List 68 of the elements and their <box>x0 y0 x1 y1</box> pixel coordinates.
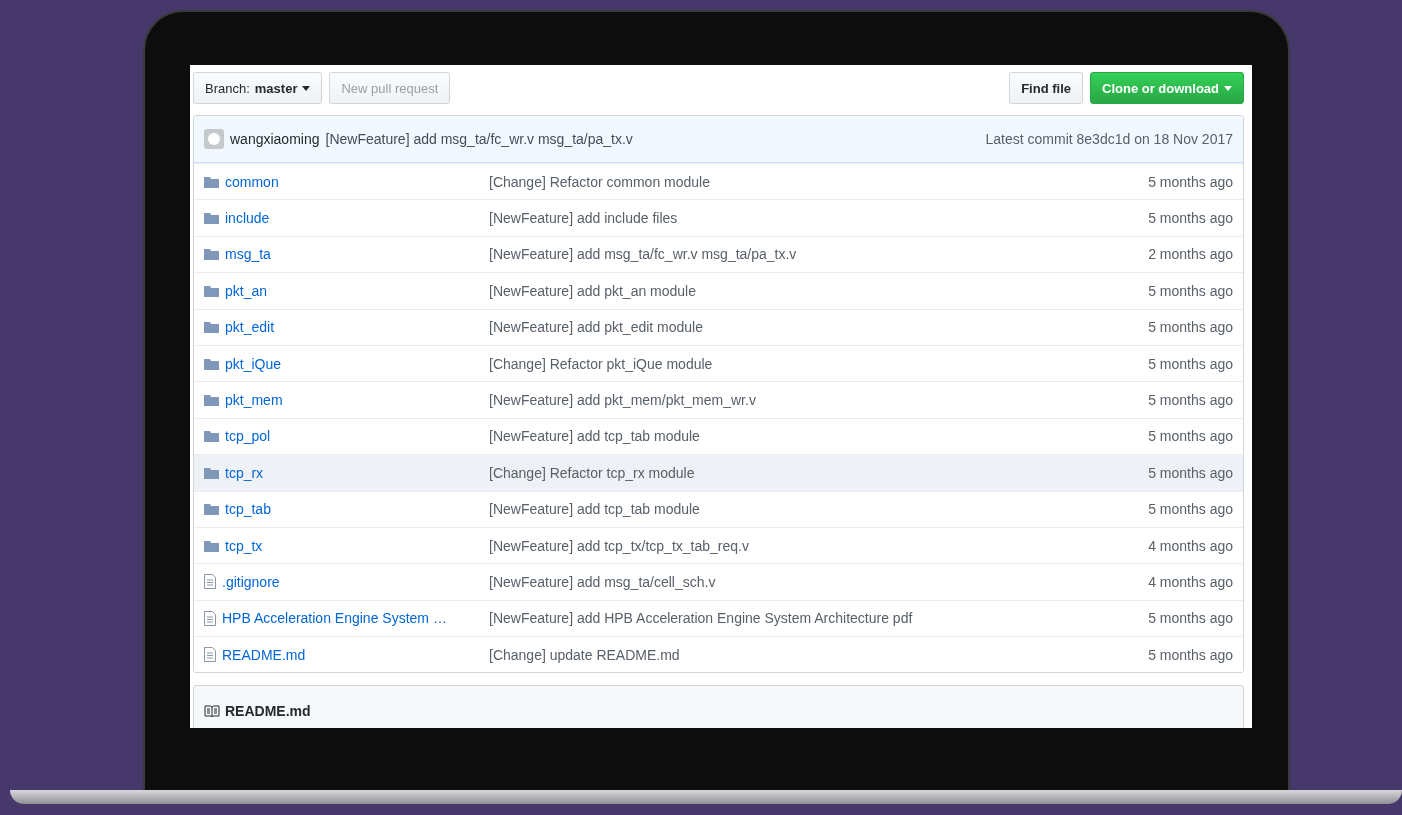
commit-message: [NewFeature] add tcp_tab module <box>489 501 701 518</box>
file-link[interactable]: pkt_mem <box>225 392 283 409</box>
commit-age: 5 months ago <box>1148 610 1233 627</box>
file-icon <box>204 574 216 590</box>
folder-icon <box>204 394 219 407</box>
commit-age: 5 months ago <box>1148 392 1233 409</box>
avatar-icon <box>204 129 224 149</box>
folder-icon <box>204 503 219 516</box>
caret-icon <box>1224 85 1232 91</box>
commit-age: 2 months ago <box>1148 246 1233 263</box>
commit-age: 5 months ago <box>1148 501 1233 518</box>
commit-age: 4 months ago <box>1148 574 1233 590</box>
file-link[interactable]: tcp_rx <box>225 464 264 481</box>
commit-message: [NewFeature] add tcp_tab module <box>489 428 701 445</box>
file-link[interactable]: .gitignore <box>222 574 280 590</box>
file-link[interactable]: tcp_tab <box>225 501 271 518</box>
file-link[interactable]: msg_ta <box>225 246 271 263</box>
file-link[interactable]: pkt_iQue <box>225 355 282 372</box>
commit-message: [NewFeature] add HPB Acceleration Engine System Architecture pdf <box>489 610 914 627</box>
commit-age: 5 months ago <box>1148 428 1233 445</box>
file-icon <box>204 647 216 663</box>
file-row[interactable]: tcp_rx [Change] Refactor tcp_rx module 5 months ago <box>194 454 1243 491</box>
file-link[interactable]: include <box>225 210 270 227</box>
file-row[interactable]: README.md [Change] update README.md 5 months ago <box>194 636 1243 673</box>
commit-age: 5 months ago <box>1148 282 1233 299</box>
commit-age: 5 months ago <box>1148 210 1233 227</box>
commit-age: 5 months ago <box>1148 173 1233 190</box>
commit-message: [NewFeature] add tcp_tx/tcp_tx_tab_req.v <box>489 537 750 554</box>
file-link[interactable]: common <box>225 173 279 190</box>
commit-message: [Change] update README.md <box>489 646 681 663</box>
folder-icon <box>204 466 219 479</box>
commit-age: 4 months ago <box>1148 537 1233 554</box>
file-link[interactable]: pkt_edit <box>225 319 275 336</box>
readme-title: README.md <box>225 703 311 720</box>
commit-age: 5 months ago <box>1148 646 1233 663</box>
commit-message: [NewFeature] add msg_ta/fc_wr.v msg_ta/pa_tx.v <box>489 246 798 263</box>
commit-message: [NewFeature] add msg_ta/cell_sch.v <box>489 574 717 590</box>
file-icon <box>204 610 216 626</box>
folder-icon <box>204 321 219 334</box>
file-link[interactable]: pkt_an <box>225 282 268 299</box>
folder-icon <box>204 284 219 297</box>
file-link[interactable]: README.md <box>222 646 306 663</box>
folder-icon <box>204 430 219 443</box>
file-link[interactable]: HPB Acceleration Engine System … <box>222 610 447 627</box>
commit-message: [Change] Refactor common module <box>489 173 711 190</box>
commit-author: wangxiaoming <box>230 131 320 147</box>
folder-icon <box>204 248 219 261</box>
file-link[interactable]: tcp_tx <box>225 537 263 554</box>
folder-icon <box>204 539 219 552</box>
latest-commit: Latest commit 8e3dc1d on 18 Nov 2017 <box>985 131 1233 147</box>
commit-age: 5 months ago <box>1148 319 1233 336</box>
commit-message: [NewFeature] add pkt_edit module <box>489 319 704 336</box>
file-link[interactable]: tcp_pol <box>225 428 271 445</box>
find-file-button[interactable]: Find file <box>1009 72 1083 104</box>
commit-message: [NewFeature] add pkt_mem/pkt_mem_wr.v <box>489 392 757 409</box>
commit-message: [NewFeature] add include files <box>489 210 679 227</box>
commit-message: [NewFeature] add msg_ta/fc_wr.v msg_ta/pa_tx.v <box>325 131 633 147</box>
commit-message: [Change] Refactor tcp_rx module <box>489 464 696 481</box>
book-icon <box>204 705 220 718</box>
caret-icon <box>302 85 311 91</box>
branch-button[interactable]: Branch: master <box>193 72 323 104</box>
folder-icon <box>204 357 219 370</box>
commit-message: [Change] Refactor pkt_iQue module <box>489 355 714 372</box>
folder-icon <box>204 212 219 225</box>
commit-age: 5 months ago <box>1148 355 1233 372</box>
commit-age: 5 months ago <box>1148 464 1233 481</box>
folder-icon <box>204 175 219 188</box>
commit-message: [NewFeature] add pkt_an module <box>489 282 697 299</box>
